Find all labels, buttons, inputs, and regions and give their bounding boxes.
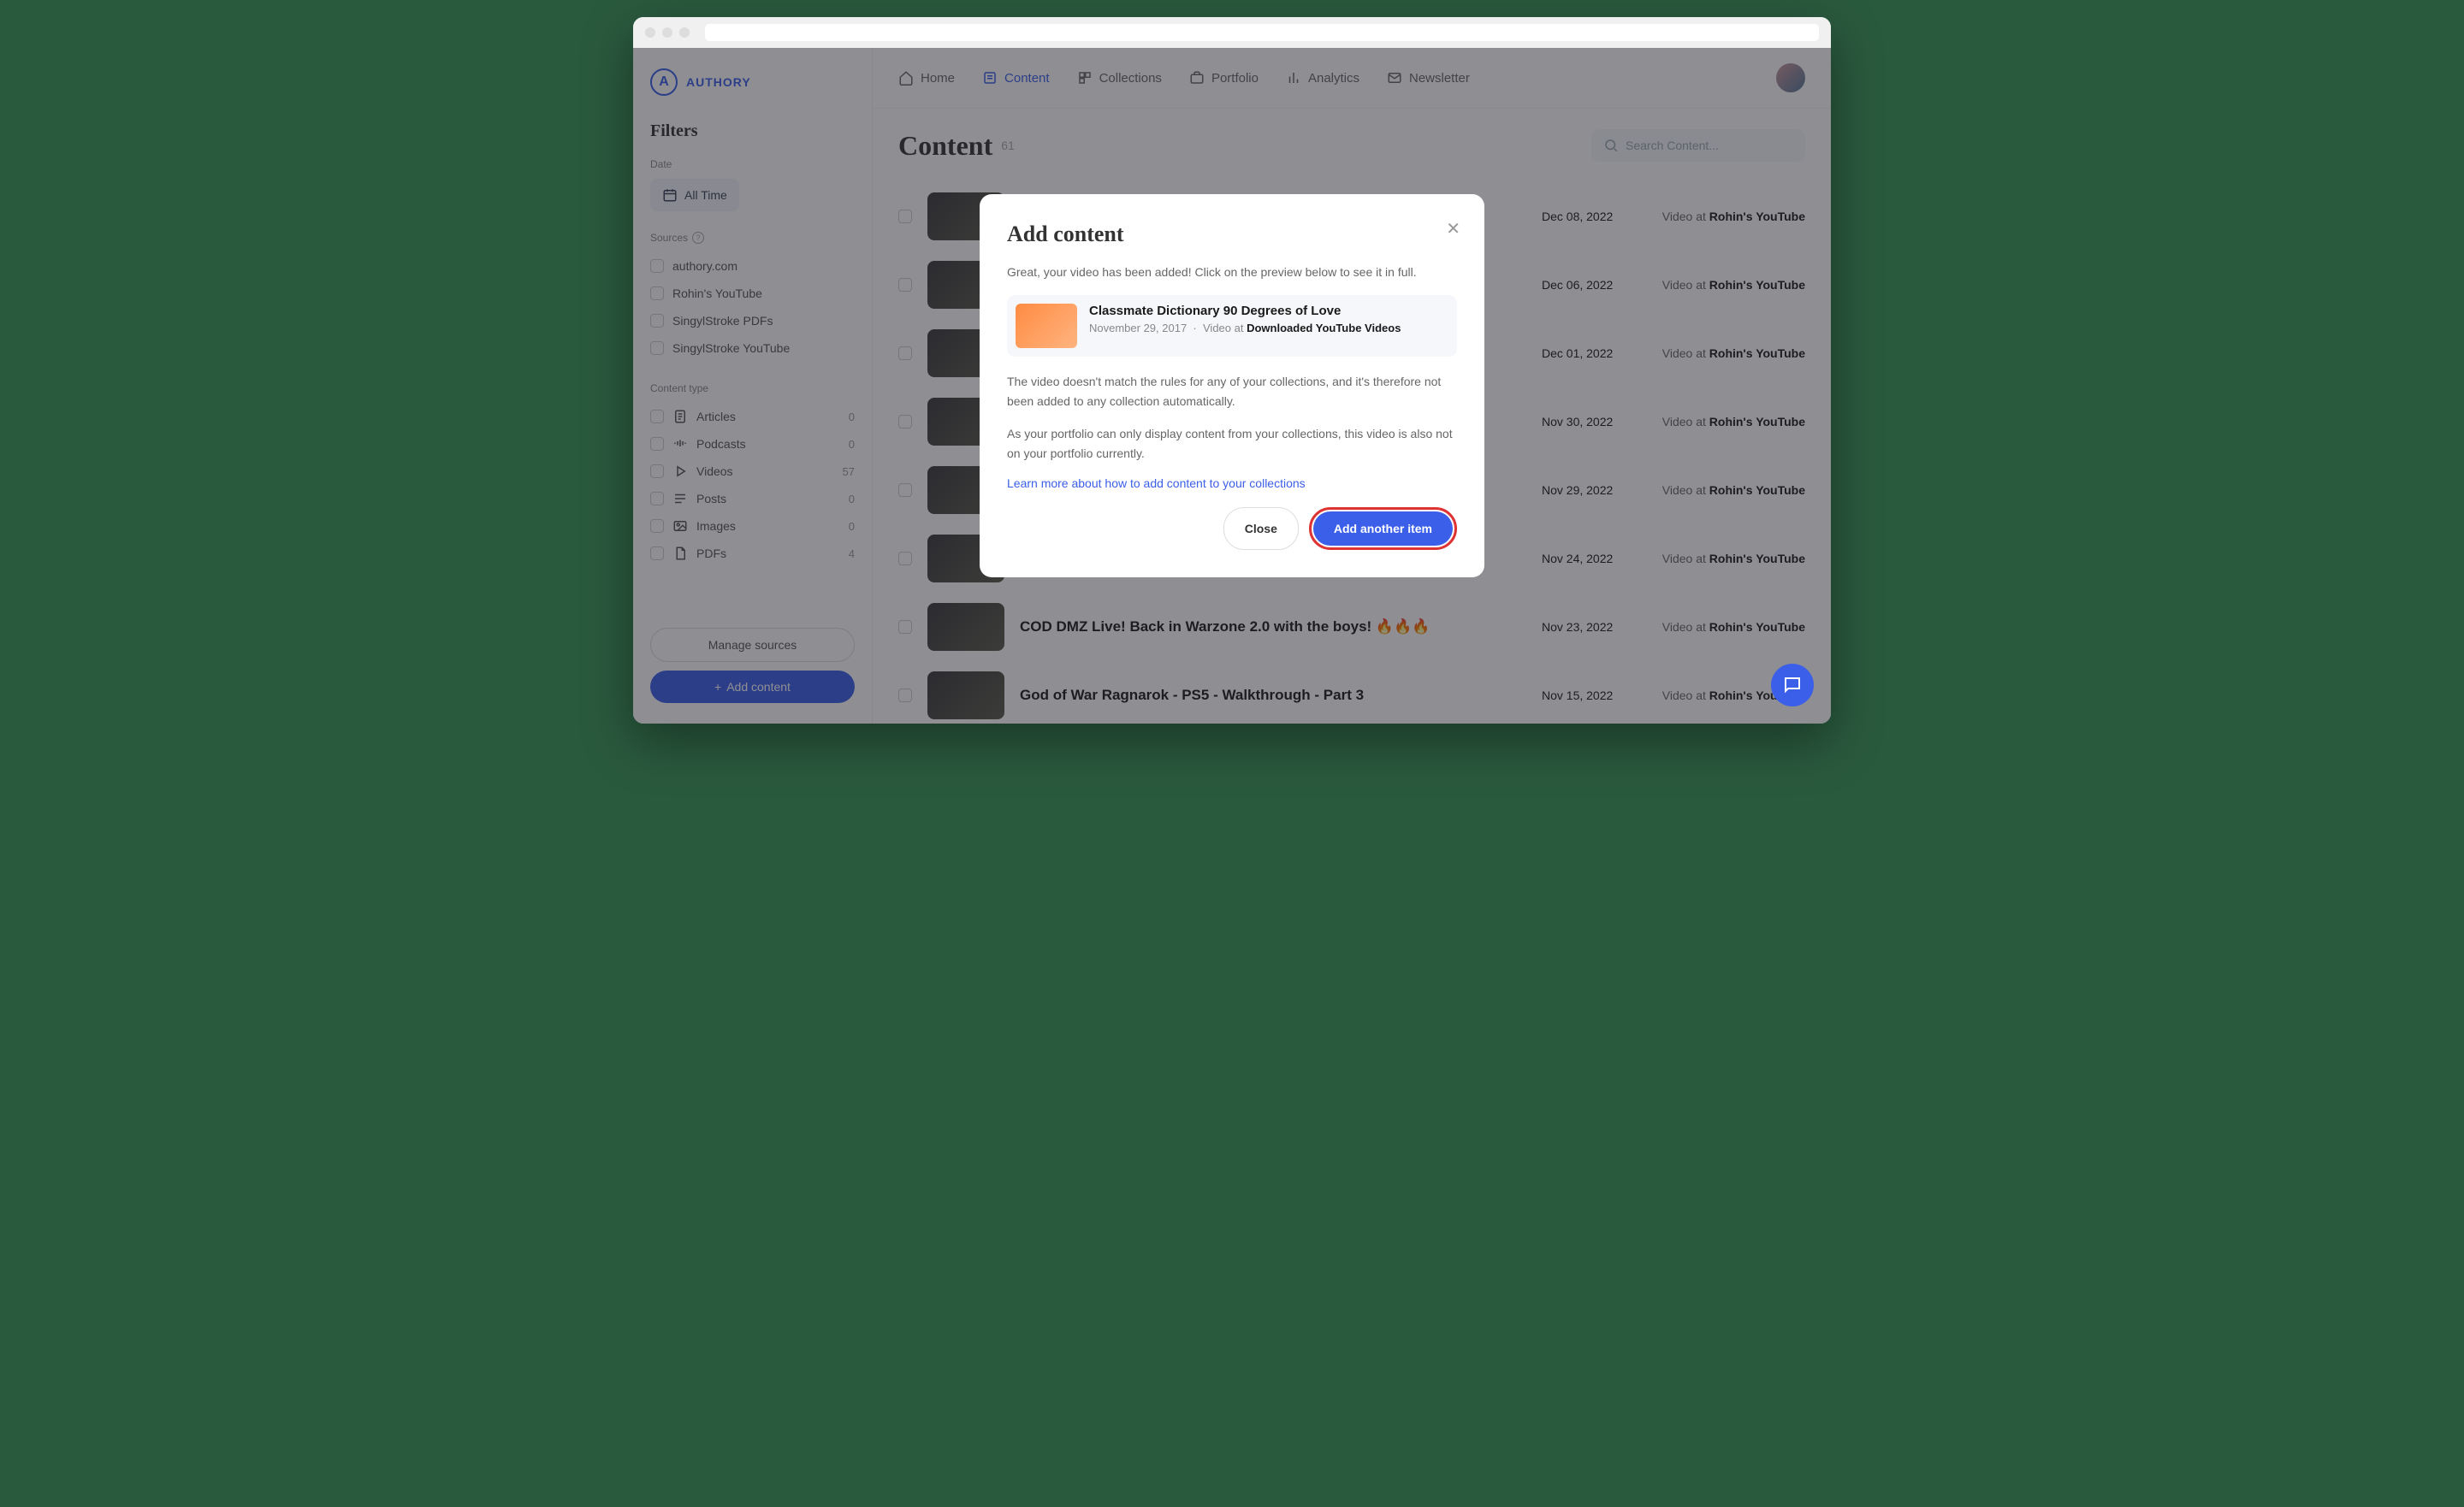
traffic-light[interactable] [662,27,672,38]
modal-p2: As your portfolio can only display conte… [1007,424,1457,463]
app-body: A AUTHORY Filters Date All Time Sources … [633,48,1831,724]
modal-p1: The video doesn't match the rules for an… [1007,372,1457,411]
traffic-light[interactable] [679,27,690,38]
add-another-button[interactable]: Add another item [1313,511,1453,546]
traffic-light[interactable] [645,27,655,38]
modal-overlay: ✕ Add content Great, your video has been… [633,48,1831,724]
modal-actions: Close Add another item [1007,507,1457,550]
preview-title: Classmate Dictionary 90 Degrees of Love [1089,304,1401,318]
chat-widget[interactable] [1771,664,1814,706]
add-content-modal: ✕ Add content Great, your video has been… [980,194,1484,577]
browser-bar [633,17,1831,48]
preview-meta: November 29, 2017 · Video at Downloaded … [1089,322,1401,334]
chat-icon [1782,675,1803,695]
preview-thumbnail [1016,304,1077,348]
highlight-ring: Add another item [1309,507,1457,550]
close-icon[interactable]: ✕ [1446,218,1460,239]
close-button[interactable]: Close [1223,507,1299,550]
learn-more-link[interactable]: Learn more about how to add content to y… [1007,476,1457,490]
modal-title: Add content [1007,222,1457,247]
url-bar[interactable] [705,24,1819,41]
preview-card[interactable]: Classmate Dictionary 90 Degrees of Love … [1007,295,1457,357]
modal-intro: Great, your video has been added! Click … [1007,263,1457,281]
browser-frame: A AUTHORY Filters Date All Time Sources … [633,17,1831,724]
